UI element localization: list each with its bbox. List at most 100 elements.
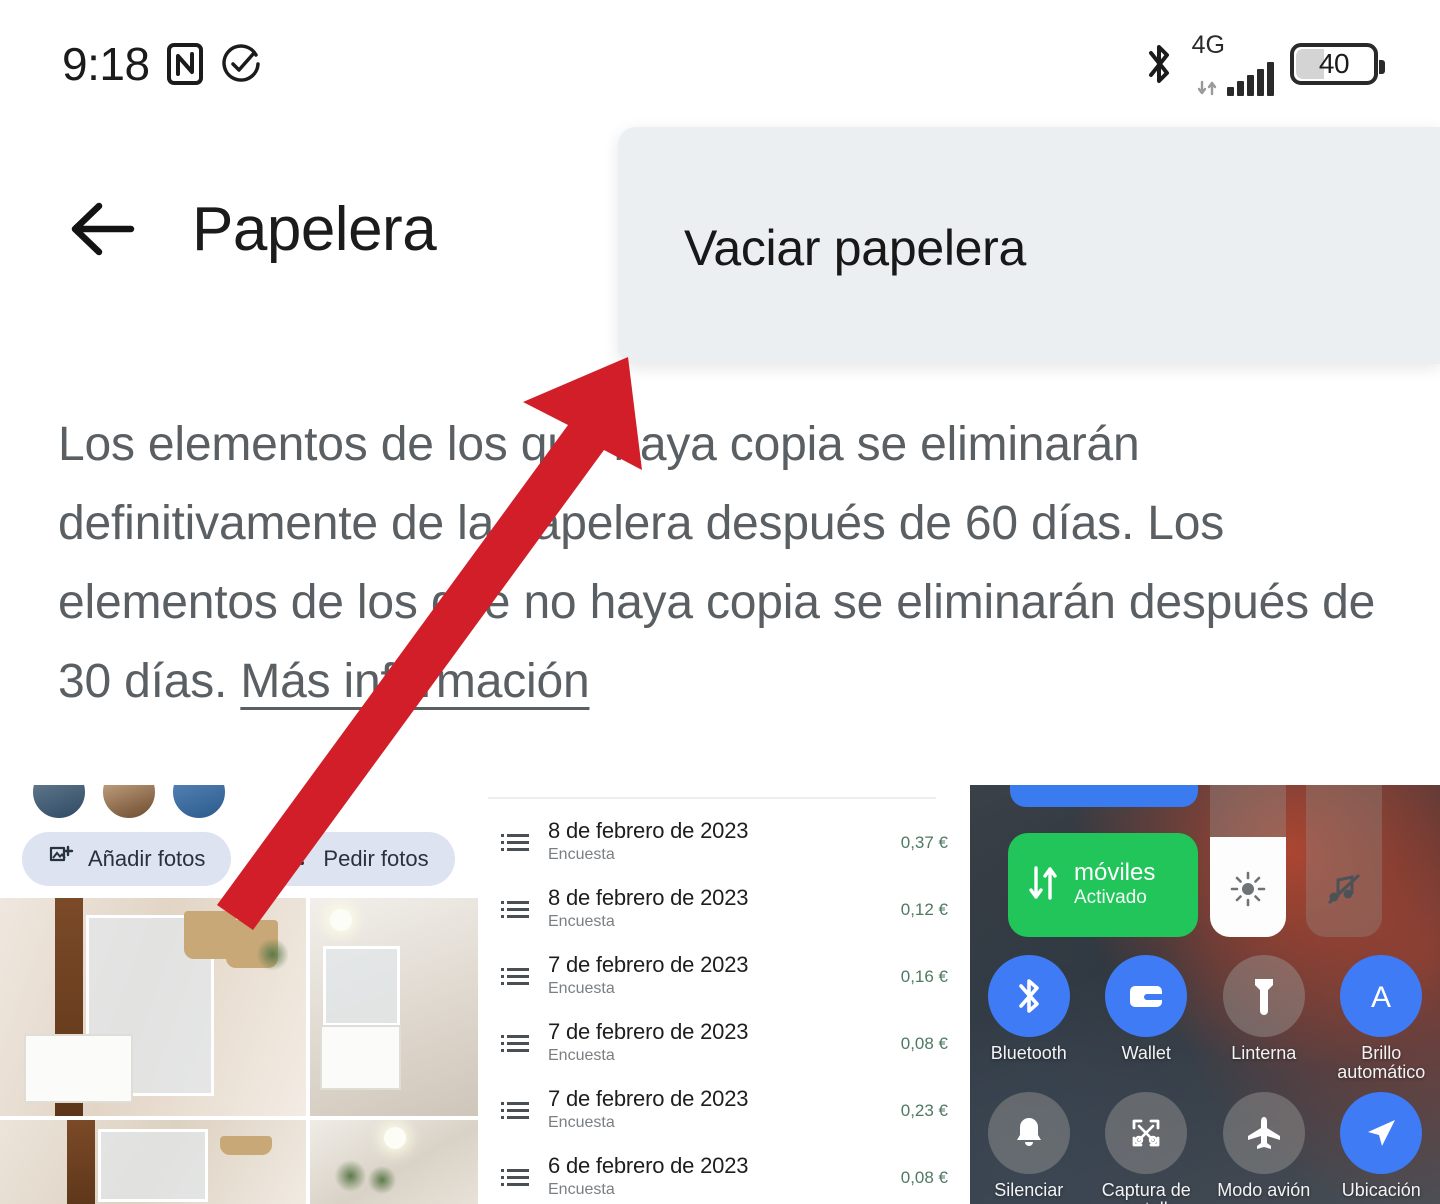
order-photos-chip-label: Pedir fotos [323, 846, 429, 871]
bottom-screenshot-strip: Añadir fotos Pedir fotos 8 de febrero de… [0, 785, 1440, 1204]
list-icon [496, 1033, 534, 1055]
avatar [30, 785, 88, 821]
location-arrow-icon [1340, 1092, 1423, 1175]
toggle-wallet[interactable]: Wallet [1088, 955, 1206, 1082]
battery-icon: 40 [1290, 43, 1385, 85]
data-transfer-icon [1198, 80, 1217, 95]
photo-grid [0, 898, 478, 1204]
add-photos-chip[interactable]: Añadir fotos [22, 832, 232, 886]
overflow-menu-popup: Vaciar papelera [618, 127, 1440, 364]
toggle-flashlight[interactable]: Linterna [1205, 955, 1323, 1082]
control-center-toggle-grid: Bluetooth Wallet Linterna A Brillo autom… [970, 955, 1440, 1204]
list-item-amount: 0,12 € [900, 899, 948, 919]
cellular-data-tile[interactable]: móviles Activado [1008, 833, 1198, 937]
toggle-airplane-mode[interactable]: Modo avión [1205, 1092, 1323, 1204]
photo-thumbnail[interactable] [0, 1120, 306, 1204]
bell-icon [987, 1092, 1070, 1175]
brightness-icon [1210, 871, 1286, 907]
avatar [100, 785, 158, 821]
menu-item-empty-trash[interactable]: Vaciar papelera [684, 219, 1026, 277]
toggle-airplane-mode-label: Modo avión [1217, 1180, 1311, 1201]
list-item-title: 6 de febrero de 2023 [548, 1153, 749, 1179]
avatar-row [30, 785, 228, 821]
list-item-title: 7 de febrero de 2023 [548, 1019, 749, 1045]
cellular-data-icon [1026, 863, 1060, 908]
add-photos-chip-label: Añadir fotos [88, 846, 206, 871]
list-icon [496, 1167, 534, 1189]
toggle-silence[interactable]: Silenciar [970, 1092, 1088, 1204]
list-item-amount: 0,08 € [900, 1033, 948, 1053]
nfc-icon [166, 42, 204, 86]
toggle-silence-label: Silenciar [994, 1180, 1064, 1201]
trash-retention-description: Los elementos de los que haya copia se e… [58, 405, 1394, 721]
toggle-screenshot[interactable]: Captura de pantalla [1088, 1092, 1206, 1204]
list-item-text: 6 de febrero de 2023 Encuesta [548, 1153, 901, 1200]
more-info-link[interactable]: Más información [240, 655, 589, 708]
avatar [170, 785, 228, 821]
cellular-data-title: móviles [1074, 859, 1156, 887]
toggle-bluetooth[interactable]: Bluetooth [970, 955, 1088, 1082]
list-icon [496, 966, 534, 988]
check-circle-icon [220, 43, 262, 85]
network-indicator: 4G [1191, 30, 1274, 96]
screenshot-icon [1105, 1092, 1188, 1175]
flashlight-icon [1222, 955, 1305, 1037]
control-center-top-card [1010, 785, 1198, 807]
bluetooth-icon [987, 955, 1070, 1037]
list-item[interactable]: 6 de febrero de 2023 Encuesta 0,08 € [478, 1144, 970, 1204]
list-item[interactable]: 7 de febrero de 2023 Encuesta 0,16 € [478, 943, 970, 1010]
list-item-text: 7 de febrero de 2023 Encuesta [548, 1019, 901, 1066]
photo-thumbnail[interactable] [310, 1120, 478, 1204]
toggle-auto-brightness[interactable]: A Brillo automático [1323, 955, 1440, 1082]
list-item-subtitle: Encuesta [548, 1180, 615, 1198]
list-item[interactable]: 7 de febrero de 2023 Encuesta 0,08 € [478, 1010, 970, 1077]
list-item-subtitle: Encuesta [548, 845, 615, 863]
photo-thumbnail[interactable] [0, 898, 306, 1116]
volume-slider[interactable] [1306, 785, 1382, 937]
list-item-amount: 0,23 € [900, 1100, 948, 1120]
brightness-slider[interactable] [1210, 785, 1286, 937]
list-item-title: 8 de febrero de 2023 [548, 885, 749, 911]
list-item[interactable]: 7 de febrero de 2023 Encuesta 0,23 € [478, 1077, 970, 1144]
list-item-text: 7 de febrero de 2023 Encuesta [548, 1086, 901, 1133]
list-item-amount: 0,16 € [900, 966, 948, 986]
svg-text:A: A [1371, 981, 1391, 1014]
list-item-text: 7 de febrero de 2023 Encuesta [548, 952, 901, 999]
airplane-icon [1222, 1092, 1305, 1175]
photo-action-chips: Añadir fotos Pedir fotos [22, 832, 455, 886]
status-bar-left: 9:18 [62, 37, 262, 91]
status-bar: 9:18 4G 40 [0, 0, 1440, 128]
toggle-screenshot-label: Captura de pantalla [1101, 1180, 1191, 1204]
toggle-auto-brightness-label: Brillo automático [1337, 1043, 1426, 1083]
survey-earnings-panel: 8 de febrero de 2023 Encuesta 0,37 € 8 d… [478, 785, 970, 1204]
list-item-subtitle: Encuesta [548, 912, 615, 930]
list-item-title: 7 de febrero de 2023 [548, 952, 749, 978]
list-divider [488, 797, 936, 799]
order-photos-chip[interactable]: Pedir fotos [257, 832, 455, 886]
list-icon [496, 832, 534, 854]
list-item[interactable]: 8 de febrero de 2023 Encuesta 0,37 € [478, 809, 970, 876]
music-muted-icon [1306, 871, 1382, 907]
list-item-subtitle: Encuesta [548, 979, 615, 997]
auto-brightness-icon: A [1340, 955, 1423, 1037]
toggle-bluetooth-label: Bluetooth [990, 1043, 1067, 1063]
page-title: Papelera [192, 194, 437, 264]
list-item-text: 8 de febrero de 2023 Encuesta [548, 818, 901, 865]
back-arrow-icon[interactable] [48, 197, 156, 261]
battery-level-label: 40 [1318, 48, 1350, 79]
list-icon [496, 1100, 534, 1122]
list-icon [496, 899, 534, 921]
add-photo-icon [48, 843, 74, 875]
toggle-wallet-label: Wallet [1121, 1043, 1171, 1063]
bluetooth-icon [1142, 41, 1176, 87]
control-center-panel: móviles Activado Bluetooth Wallet Linter… [970, 785, 1440, 1204]
wallet-icon [1105, 955, 1188, 1037]
toggle-location-label: Ubicación [1341, 1180, 1421, 1201]
toggle-location[interactable]: Ubicación [1323, 1092, 1440, 1204]
network-type-label: 4G [1191, 30, 1225, 59]
photo-thumbnail[interactable] [310, 898, 478, 1116]
network-type-stack: 4G [1191, 30, 1225, 96]
status-bar-right: 4G 40 [1142, 30, 1385, 96]
list-item[interactable]: 8 de febrero de 2023 Encuesta 0,12 € [478, 876, 970, 943]
cellular-data-text: móviles Activado [1074, 860, 1155, 909]
